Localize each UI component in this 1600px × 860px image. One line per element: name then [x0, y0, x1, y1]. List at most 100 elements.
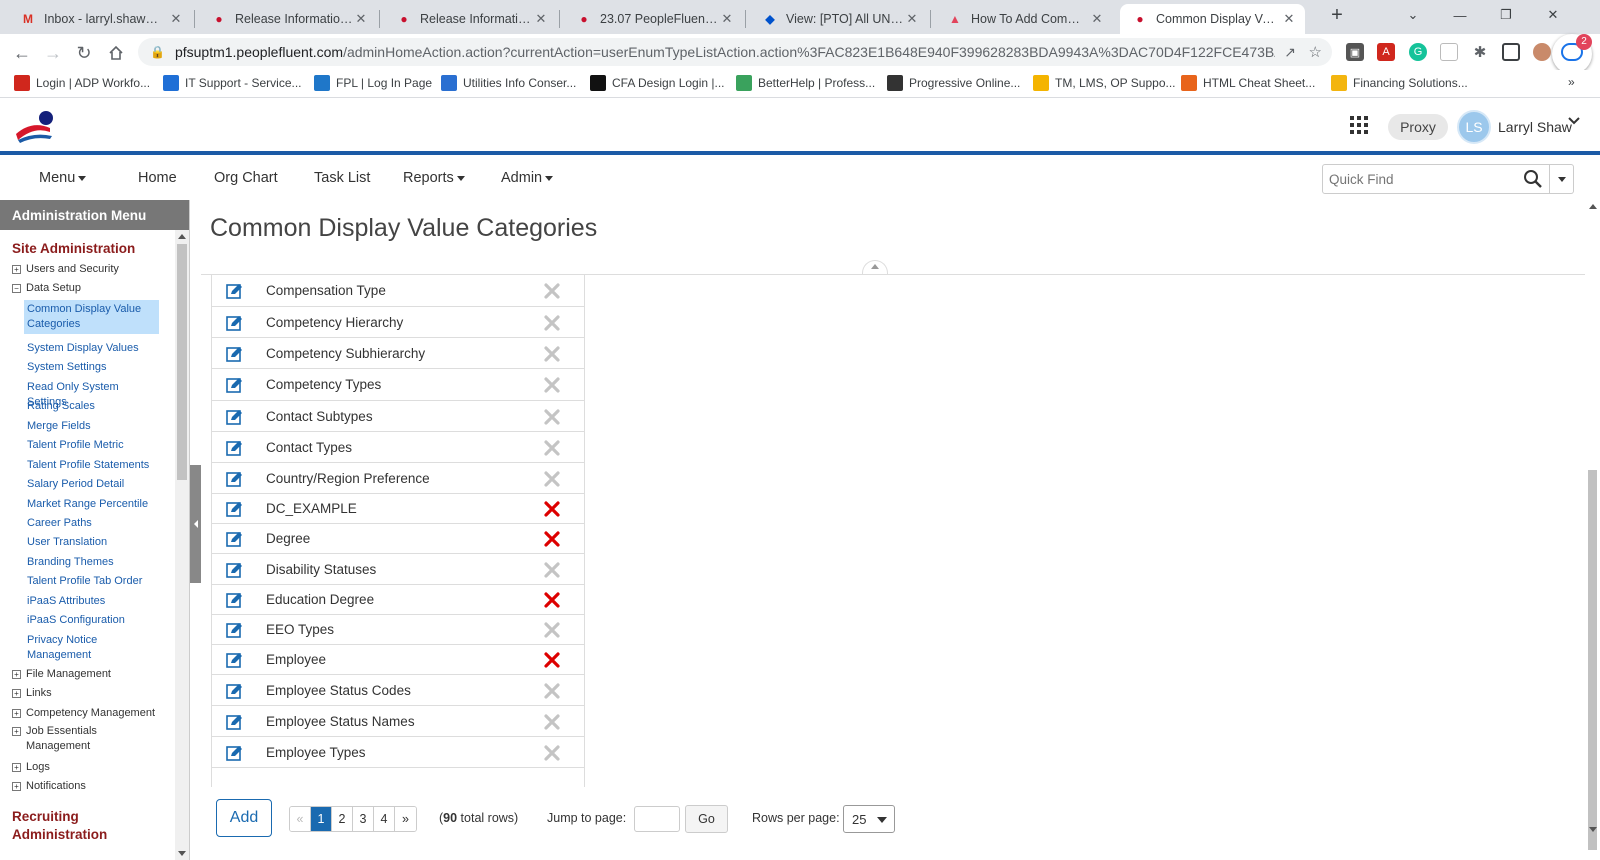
nav-admin[interactable]: Admin [501, 170, 554, 186]
bookmark-item[interactable]: HTML Cheat Sheet... [1181, 75, 1315, 91]
nav-reports[interactable]: Reports [403, 170, 465, 186]
peoplefluent-logo[interactable] [14, 110, 56, 144]
delete-icon[interactable] [544, 652, 560, 668]
pdf-extension-icon[interactable]: A [1377, 43, 1395, 61]
sidebar-link[interactable]: Common Display Value Categories [24, 300, 159, 334]
bookmark-item[interactable]: Utilities Info Conser... [441, 75, 576, 91]
sidebar-tree-item[interactable]: + Logs [12, 760, 50, 775]
expand-icon[interactable]: + [12, 763, 21, 772]
edit-icon[interactable] [226, 377, 243, 393]
sidebar-link[interactable]: Talent Profile Tab Order [27, 574, 155, 589]
browser-tab[interactable]: ● Release Information – P✕ [384, 4, 557, 34]
bookmark-item[interactable]: TM, LMS, OP Suppo... [1033, 75, 1176, 91]
browser-tab[interactable]: ◆ View: [PTO] All UNASSIG✕ [750, 4, 928, 34]
quick-find-dropdown[interactable] [1550, 164, 1574, 194]
apps-grid-icon[interactable] [1350, 116, 1368, 134]
bookmark-item[interactable]: IT Support - Service... [163, 75, 302, 91]
pager-page[interactable]: 2 [332, 807, 353, 831]
edit-icon[interactable] [226, 652, 243, 668]
browser-tab[interactable]: M Inbox - larryl.shaw@peo ✕ [8, 4, 192, 34]
new-tab-icon[interactable]: + [1314, 0, 1360, 30]
extension-icon[interactable]: ▣ [1346, 43, 1364, 61]
cast-icon[interactable] [1440, 43, 1458, 61]
sidebar-collapse-handle[interactable] [190, 465, 201, 583]
sidebar-tree-item[interactable]: + Notifications [12, 779, 86, 794]
delete-icon[interactable] [544, 592, 560, 608]
nav-menu[interactable]: Menu [39, 170, 87, 186]
edit-icon[interactable] [226, 283, 243, 299]
sidebar-link[interactable]: System Settings [27, 360, 155, 375]
pager-prev[interactable]: « [290, 807, 311, 831]
edit-icon[interactable] [226, 346, 243, 362]
bookmark-star-icon[interactable]: ☆ [1309, 43, 1322, 61]
sidebar-scroll-thumb[interactable] [177, 244, 187, 480]
expand-icon[interactable]: + [12, 727, 21, 736]
restore-icon[interactable]: ❐ [1483, 0, 1529, 30]
sidebar-link[interactable]: Salary Period Detail [27, 477, 155, 492]
edit-icon[interactable] [226, 592, 243, 608]
close-window-icon[interactable]: ✕ [1530, 0, 1576, 30]
expand-icon[interactable]: + [12, 670, 21, 679]
collapse-header-icon[interactable] [862, 260, 888, 274]
close-icon[interactable]: ✕ [904, 11, 920, 27]
delete-icon[interactable] [544, 531, 560, 547]
sidebar-tree-data-setup[interactable]: − Data Setup [12, 281, 81, 296]
proxy-button[interactable]: Proxy [1388, 114, 1448, 140]
browser-tab[interactable]: ● Release Information / Ta✕ [199, 4, 377, 34]
scroll-up-icon[interactable] [178, 234, 186, 239]
sidebar-tree-item[interactable]: + Job Essentials Management [12, 724, 116, 754]
sidebar-link[interactable]: iPaaS Configuration [27, 613, 155, 628]
edit-icon[interactable] [226, 562, 243, 578]
edit-icon[interactable] [226, 714, 243, 730]
pager-page[interactable]: 3 [353, 807, 374, 831]
quick-find-input[interactable] [1323, 171, 1503, 187]
close-icon[interactable]: ✕ [719, 11, 735, 27]
close-icon[interactable]: ✕ [1089, 11, 1105, 27]
sidebar-link[interactable]: Branding Themes [27, 555, 155, 570]
scroll-down-icon[interactable] [178, 851, 186, 856]
sidebar-tree-item[interactable]: + File Management [12, 667, 111, 682]
close-icon[interactable]: ✕ [1281, 11, 1297, 27]
sidebar-section-site-administration[interactable]: Site Administration [12, 240, 135, 258]
profile-avatar-icon[interactable] [1533, 43, 1551, 61]
sidepanel-icon[interactable] [1502, 43, 1520, 61]
browser-tab[interactable]: ● 23.07 PeopleFluent Tale✕ [564, 4, 743, 34]
minimize-icon[interactable]: — [1437, 0, 1483, 30]
browser-tab[interactable]: ▲ How To Add Common D✕ [935, 4, 1113, 34]
edit-icon[interactable] [226, 501, 243, 517]
rows-per-page-select[interactable]: 25 [843, 805, 895, 833]
edit-icon[interactable] [226, 315, 243, 331]
close-icon[interactable]: ✕ [353, 11, 369, 27]
sidebar-tree-users-security[interactable]: + Users and Security [12, 262, 119, 277]
reload-icon[interactable]: ↻ [71, 40, 97, 66]
scroll-down-icon[interactable] [1589, 827, 1597, 832]
nav-home[interactable]: Home [138, 170, 177, 186]
jump-to-page-input[interactable] [634, 806, 680, 832]
collapse-icon[interactable]: − [12, 284, 21, 293]
sidebar-link[interactable]: Talent Profile Metric [27, 438, 155, 453]
main-scrollbar[interactable] [1585, 200, 1600, 860]
bookmark-item[interactable]: Progressive Online... [887, 75, 1020, 91]
bookmark-item[interactable]: FPL | Log In Page [314, 75, 432, 91]
bookmark-item[interactable]: BetterHelp | Profess... [736, 75, 875, 91]
sidebar-tree-item[interactable]: + Links [12, 686, 52, 701]
expand-icon[interactable]: + [12, 782, 21, 791]
nav-task-list[interactable]: Task List [314, 170, 370, 186]
pager-page[interactable]: 4 [374, 807, 395, 831]
pager-page[interactable]: 1 [311, 807, 332, 831]
sidebar-tree-item[interactable]: + Competency Management [12, 706, 155, 721]
chevron-down-icon[interactable] [1567, 114, 1581, 131]
sidebar-link[interactable]: Merge Fields [27, 419, 155, 434]
edit-icon[interactable] [226, 622, 243, 638]
puzzle-icon[interactable]: ✱ [1471, 43, 1489, 61]
user-avatar[interactable]: LS [1457, 110, 1491, 144]
pager-next[interactable]: » [395, 807, 416, 831]
go-button[interactable]: Go [685, 805, 728, 833]
share-icon[interactable]: ↗ [1284, 44, 1296, 61]
nav-org-chart[interactable]: Org Chart [214, 170, 278, 186]
sidebar-link[interactable]: Talent Profile Statements [27, 458, 155, 473]
sidebar-section-recruiting-administration[interactable]: Recruiting Administration [12, 808, 132, 844]
edit-icon[interactable] [226, 745, 243, 761]
tab-search-icon[interactable]: ⌄ [1390, 0, 1436, 30]
more-bookmarks-icon[interactable]: » [1568, 75, 1575, 89]
